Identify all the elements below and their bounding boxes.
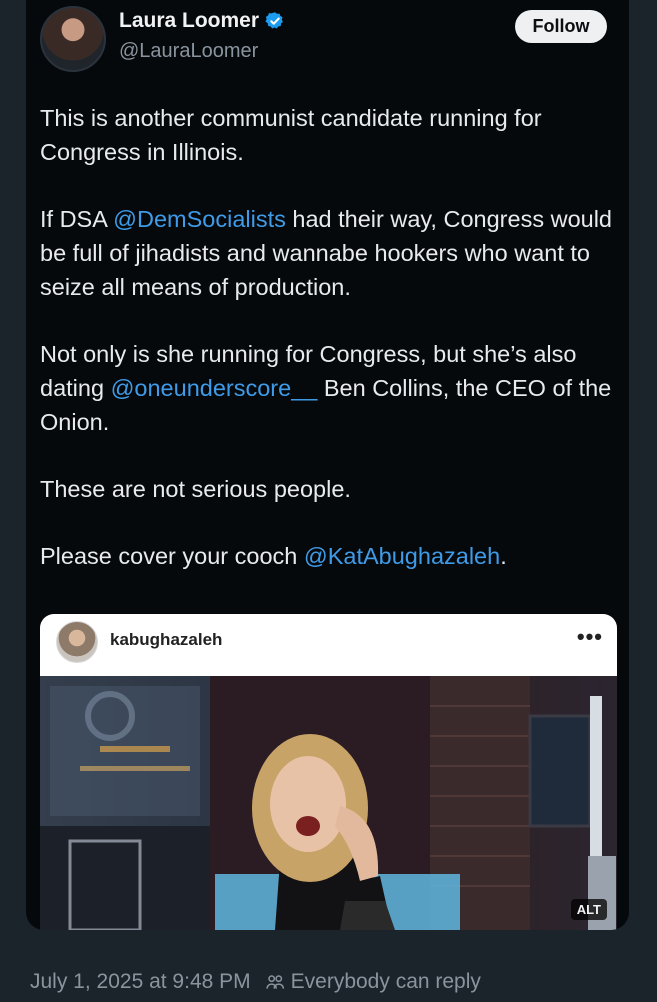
tweet-paragraph: Not only is she running for Congress, bu… xyxy=(40,337,625,439)
tweet-paragraph: If DSA @DemSocialists had their way, Con… xyxy=(40,202,625,304)
tweet-paragraph: These are not serious people. xyxy=(40,472,625,506)
people-icon xyxy=(265,975,284,989)
alt-text-badge[interactable]: ALT xyxy=(570,899,607,920)
embedded-photo[interactable]: ALT xyxy=(40,676,617,930)
tweet-text-segment: . xyxy=(500,543,507,569)
author-handle[interactable]: @LauraLoomer xyxy=(119,40,258,63)
mention-link[interactable]: @oneunderscore__ xyxy=(111,375,318,401)
tweet-paragraph: Please cover your cooch @KatAbughazaleh. xyxy=(40,539,625,573)
reply-setting-label: Everybody can reply xyxy=(290,970,481,993)
mention-link[interactable]: @KatAbughazaleh xyxy=(304,543,500,569)
embedded-username: kabughazaleh xyxy=(110,630,223,649)
embedded-media[interactable]: kabughazaleh ••• ALT xyxy=(40,614,617,930)
tweet-card: Laura Loomer @LauraLoomer Follow This is… xyxy=(26,0,629,930)
reply-setting: Everybody can reply xyxy=(265,970,481,994)
tweet-meta: July 1, 2025 at 9:48 PM Everybody can re… xyxy=(30,962,481,1002)
embedded-post-header: kabughazaleh ••• xyxy=(40,614,617,676)
tweet-text-segment: Please cover your cooch xyxy=(40,543,304,569)
tweet-text: This is another communist candidate runn… xyxy=(40,101,625,606)
author-name[interactable]: Laura Loomer xyxy=(119,9,259,33)
photo-scene xyxy=(40,676,616,930)
more-options-icon: ••• xyxy=(576,624,603,649)
author-avatar[interactable] xyxy=(40,6,106,72)
tweet-paragraph: This is another communist candidate runn… xyxy=(40,101,625,169)
follow-button[interactable]: Follow xyxy=(515,10,607,43)
tweet-timestamp[interactable]: July 1, 2025 at 9:48 PM xyxy=(30,970,251,994)
embedded-avatar xyxy=(56,621,98,663)
mention-link[interactable]: @DemSocialists xyxy=(113,206,286,232)
tweet-text-segment: This is another communist candidate runn… xyxy=(40,105,542,165)
author-name-row: Laura Loomer xyxy=(119,9,285,33)
tweet-text-segment: These are not serious people. xyxy=(40,476,351,502)
tweet-text-segment: If DSA xyxy=(40,206,114,232)
verified-badge-icon xyxy=(265,12,283,29)
tweet-header: Laura Loomer @LauraLoomer Follow xyxy=(40,6,615,76)
